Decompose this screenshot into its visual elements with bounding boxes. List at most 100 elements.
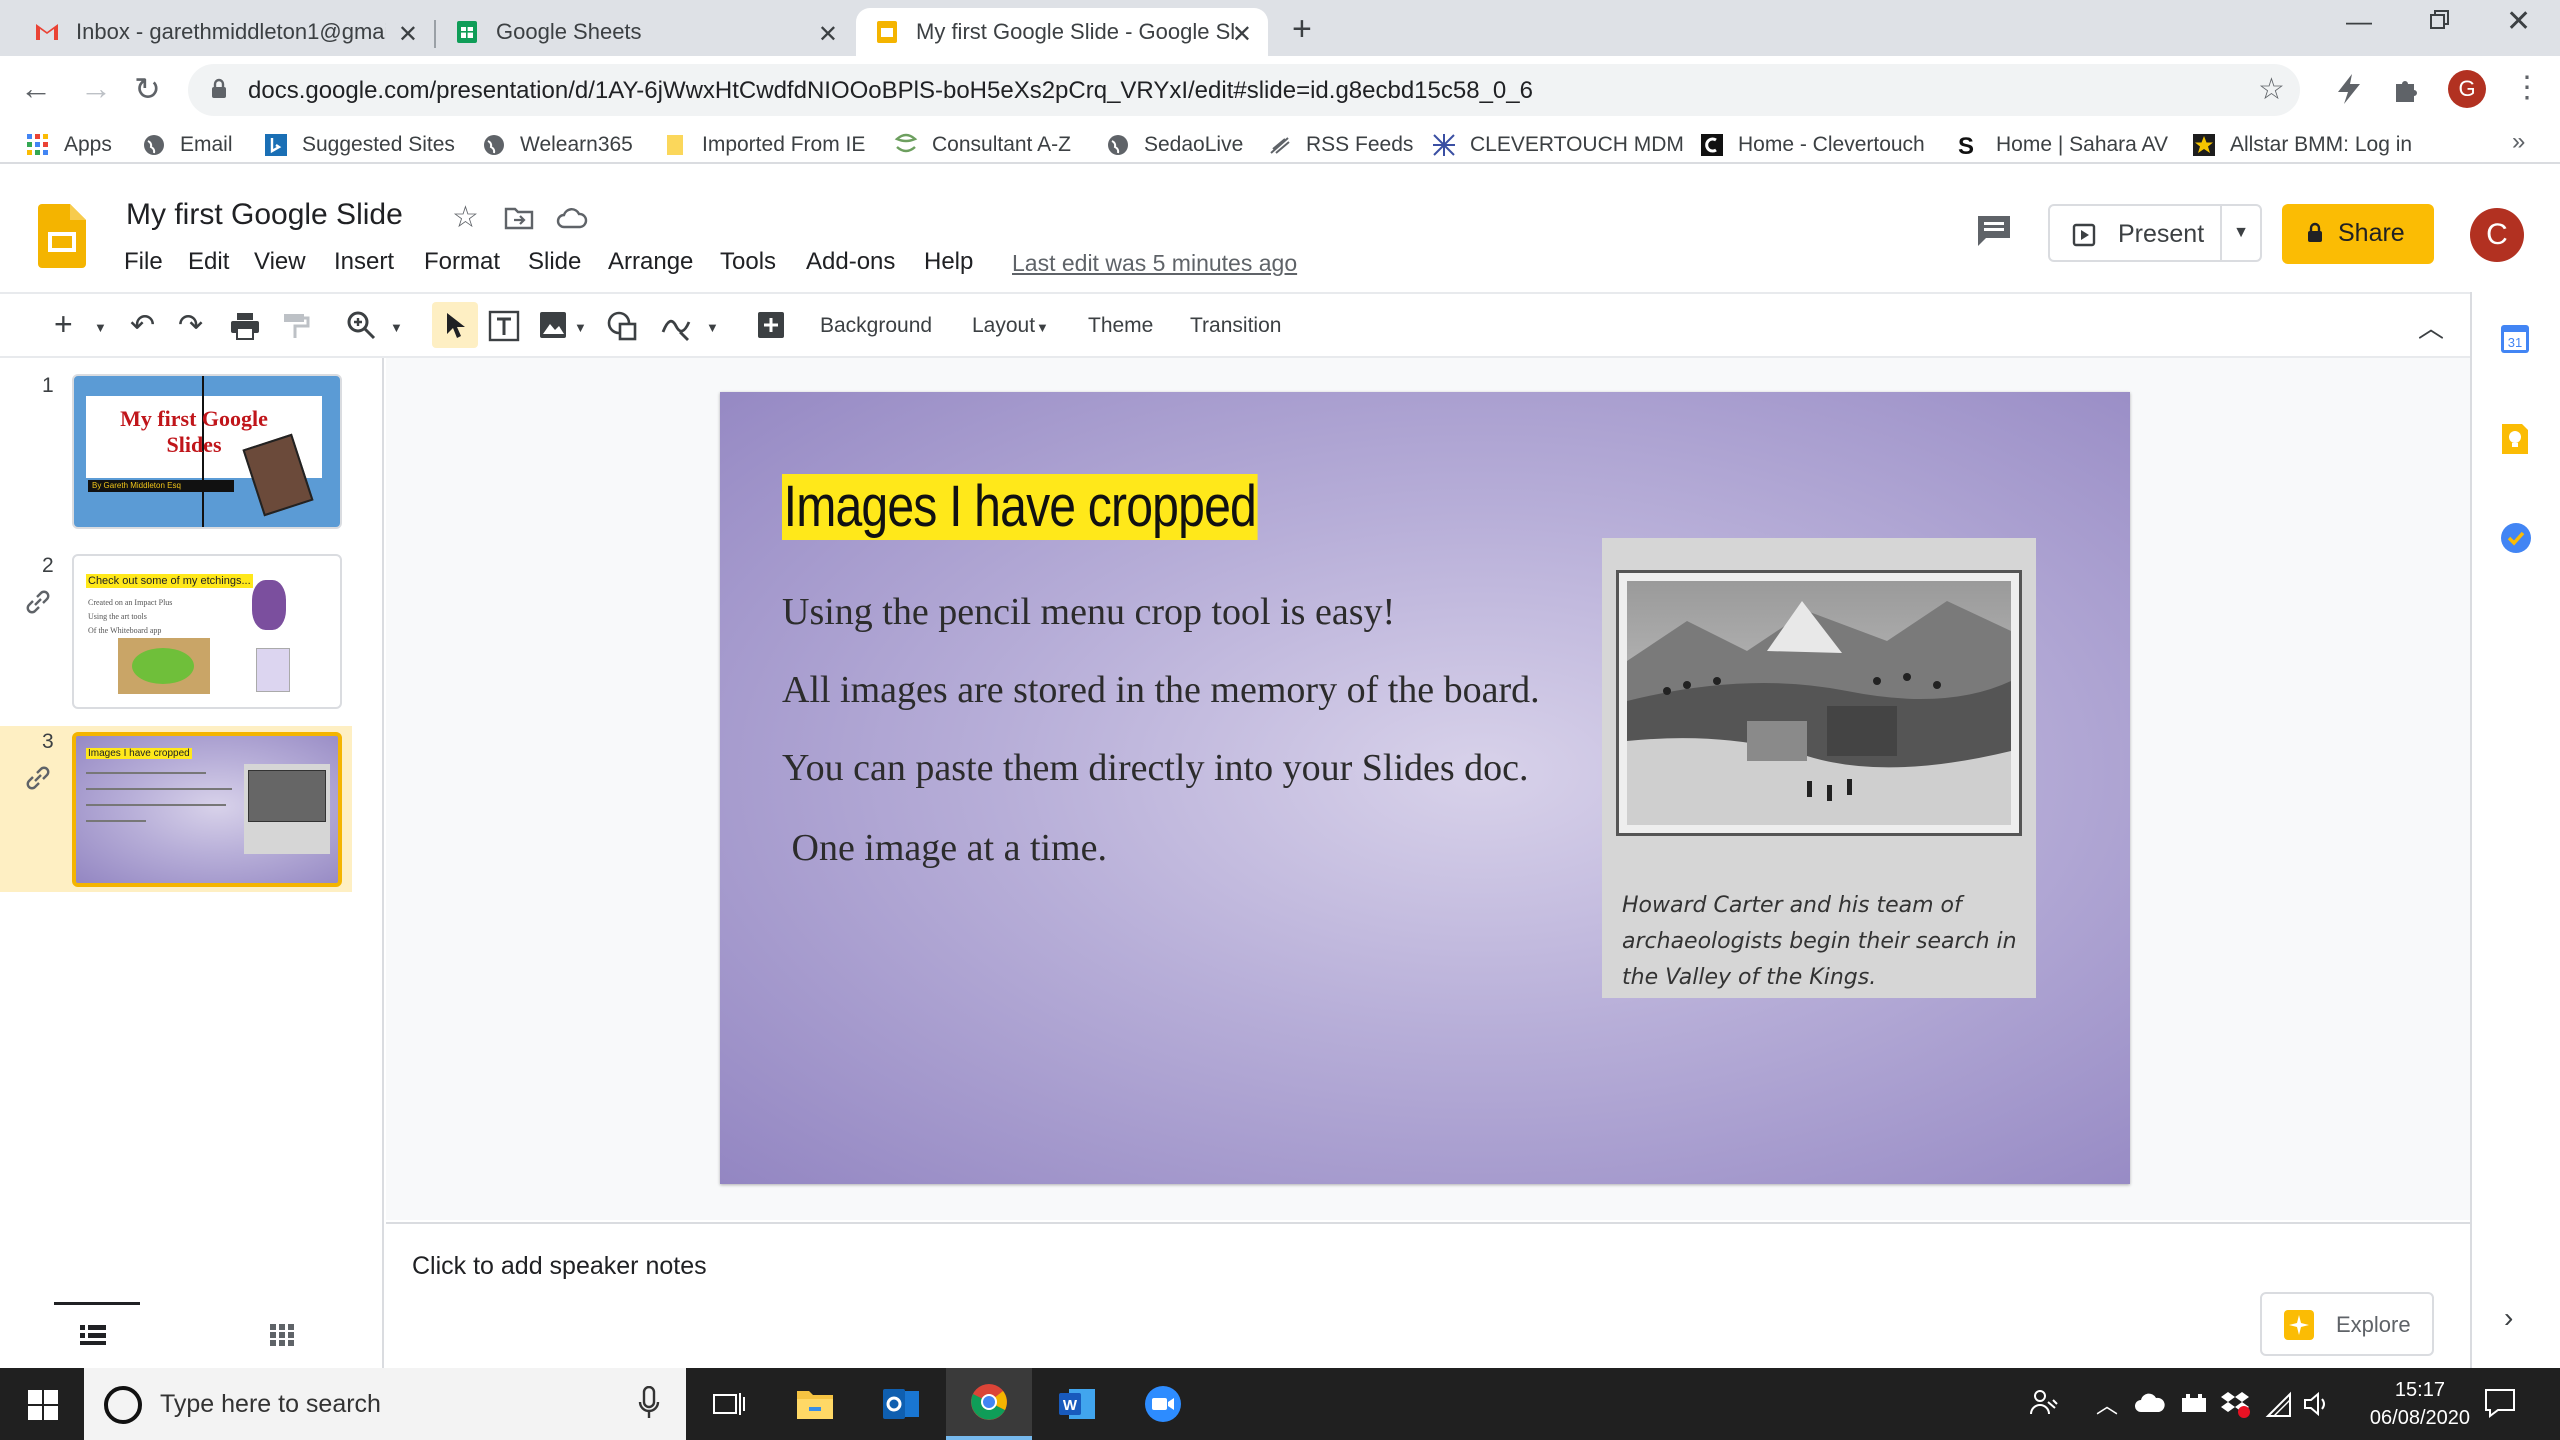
zoom-icon[interactable]: [346, 310, 376, 340]
taskbar-clock[interactable]: 15:17 06/08/2020: [2370, 1376, 2470, 1432]
slide-title[interactable]: Images I have cropped: [782, 474, 1258, 540]
transition-button[interactable]: Transition: [1190, 314, 1281, 338]
microphone-icon[interactable]: [638, 1386, 660, 1420]
filmstrip-view-icon[interactable]: [80, 1324, 106, 1346]
line-tool-icon[interactable]: [660, 310, 692, 342]
slide-text-line[interactable]: You can paste them directly into your Sl…: [782, 746, 1529, 790]
slide-thumbnail-3[interactable]: Images I have cropped: [72, 732, 342, 887]
bookmark-clevertouch-mdm[interactable]: CLEVERTOUCH MDM: [1432, 130, 1684, 160]
battery-icon[interactable]: [2180, 1392, 2210, 1414]
collapse-toolbar-icon[interactable]: ︿: [2418, 308, 2444, 345]
menu-slide[interactable]: Slide: [528, 248, 581, 276]
zoom-dropdown[interactable]: ▼: [390, 320, 403, 335]
redo-icon[interactable]: ↷: [178, 308, 203, 343]
chrome-menu-icon[interactable]: ⋮: [2512, 70, 2542, 105]
background-button[interactable]: Background: [820, 314, 932, 338]
extensions-puzzle-icon[interactable]: [2392, 74, 2422, 104]
slide-text-line[interactable]: Using the pencil menu crop tool is easy!: [782, 590, 1395, 634]
tasks-icon[interactable]: [2500, 522, 2532, 554]
move-folder-icon[interactable]: [504, 206, 534, 230]
menu-tools[interactable]: Tools: [720, 248, 776, 276]
menu-format[interactable]: Format: [424, 248, 500, 276]
cropped-image-box[interactable]: Howard Carter and his team of archaeolog…: [1602, 538, 2036, 998]
onedrive-icon[interactable]: [2134, 1392, 2166, 1414]
wifi-icon[interactable]: [2264, 1390, 2294, 1418]
bookmark-home-clevertouch[interactable]: Home - Clevertouch: [1700, 130, 1925, 160]
word-icon[interactable]: W: [1034, 1368, 1120, 1440]
keep-icon[interactable]: [2500, 422, 2530, 456]
zoom-app-icon[interactable]: [1120, 1368, 1206, 1440]
undo-icon[interactable]: ↶: [130, 308, 155, 343]
profile-avatar[interactable]: G: [2448, 70, 2486, 108]
bookmark-apps[interactable]: Apps: [26, 130, 112, 160]
show-hidden-icons-icon[interactable]: ︿: [2096, 1388, 2118, 1420]
bookmark-sahara-av[interactable]: S Home | Sahara AV: [1958, 130, 2168, 160]
bookmark-welearn365[interactable]: Welearn365: [482, 130, 633, 160]
explore-button[interactable]: Explore: [2260, 1292, 2434, 1356]
grid-view-icon[interactable]: [270, 1324, 294, 1346]
text-box-icon[interactable]: [488, 310, 520, 342]
photo-caption[interactable]: Howard Carter and his team of archaeolog…: [1622, 888, 2022, 996]
tab-slides[interactable]: My first Google Slide - Google Sli ✕: [856, 8, 1268, 56]
forward-button[interactable]: →: [80, 70, 112, 107]
more-bookmarks-icon[interactable]: »: [2512, 128, 2525, 156]
tab-sheets[interactable]: Google Sheets ✕: [436, 8, 854, 56]
shape-icon[interactable]: [606, 310, 638, 342]
extension-bolt-icon[interactable]: [2334, 72, 2364, 106]
menu-insert[interactable]: Insert: [334, 248, 394, 276]
slide-thumbnail-1[interactable]: My first Google Slides By Gareth Middlet…: [72, 374, 342, 529]
comment-icon[interactable]: [1976, 214, 2012, 248]
insert-image-icon[interactable]: [538, 310, 568, 340]
menu-add-ons[interactable]: Add-ons: [806, 248, 895, 276]
windows-start-icon[interactable]: [28, 1390, 58, 1420]
line-tool-dropdown[interactable]: ▼: [706, 320, 719, 335]
dropbox-icon[interactable]: [2220, 1390, 2250, 1418]
volume-icon[interactable]: [2302, 1390, 2330, 1418]
slides-logo[interactable]: [38, 204, 86, 268]
bookmark-sedaolive[interactable]: SedaoLive: [1106, 130, 1243, 160]
new-slide-dropdown[interactable]: ▼: [94, 320, 107, 335]
document-title[interactable]: My first Google Slide: [126, 198, 403, 232]
bookmark-consultant-a-z[interactable]: Consultant A-Z: [894, 130, 1071, 160]
task-view-icon[interactable]: [686, 1368, 772, 1440]
address-bar[interactable]: docs.google.com/presentation/d/1AY-6jWwx…: [188, 64, 2300, 116]
account-avatar[interactable]: C: [2470, 208, 2524, 262]
last-edit-link[interactable]: Last edit was 5 minutes ago: [1012, 250, 1297, 277]
window-close-button[interactable]: ✕: [2506, 4, 2531, 39]
bookmark-allstar-bmm[interactable]: Allstar BMM: Log in: [2192, 130, 2412, 160]
new-slide-button[interactable]: +: [54, 306, 73, 343]
slide-thumbnail-2[interactable]: Check out some of my etchings... Created…: [72, 554, 342, 709]
share-button[interactable]: Share: [2282, 204, 2434, 264]
back-button[interactable]: ←: [20, 70, 52, 107]
close-icon[interactable]: ✕: [818, 20, 838, 49]
slide-text-line[interactable]: One image at a time.: [782, 826, 1108, 870]
people-icon[interactable]: [2030, 1388, 2058, 1418]
menu-file[interactable]: File: [124, 248, 163, 276]
new-tab-button[interactable]: +: [1292, 10, 1312, 49]
calendar-icon[interactable]: 31: [2500, 324, 2530, 354]
menu-help[interactable]: Help: [924, 248, 973, 276]
bookmark-email[interactable]: Email: [142, 130, 233, 160]
close-icon[interactable]: ✕: [1232, 20, 1252, 49]
print-icon[interactable]: [230, 312, 260, 340]
notifications-icon[interactable]: [2484, 1388, 2516, 1418]
insert-image-dropdown[interactable]: ▼: [574, 320, 587, 335]
bookmark-suggested-sites[interactable]: Suggested Sites: [264, 130, 455, 160]
select-tool-button[interactable]: [432, 302, 478, 348]
present-button[interactable]: Present: [2048, 204, 2222, 262]
restore-button[interactable]: [2428, 8, 2452, 32]
star-icon[interactable]: ☆: [2258, 72, 2285, 107]
close-icon[interactable]: ✕: [398, 20, 418, 49]
speaker-notes[interactable]: Click to add speaker notes Explore: [386, 1222, 2470, 1368]
theme-button[interactable]: Theme: [1088, 314, 1153, 338]
outlook-icon[interactable]: [858, 1368, 944, 1440]
menu-edit[interactable]: Edit: [188, 248, 229, 276]
slide-text-line[interactable]: All images are stored in the memory of t…: [782, 668, 1540, 712]
menu-view[interactable]: View: [254, 248, 306, 276]
paint-format-icon[interactable]: [282, 312, 310, 340]
present-options-dropdown[interactable]: ▼: [2220, 204, 2262, 262]
reload-button[interactable]: ↻: [134, 70, 161, 108]
minimize-button[interactable]: —: [2346, 6, 2372, 37]
tab-gmail[interactable]: Inbox - garethmiddleton1@gmail ✕: [16, 8, 434, 56]
speaker-notes-placeholder[interactable]: Click to add speaker notes: [412, 1252, 707, 1281]
